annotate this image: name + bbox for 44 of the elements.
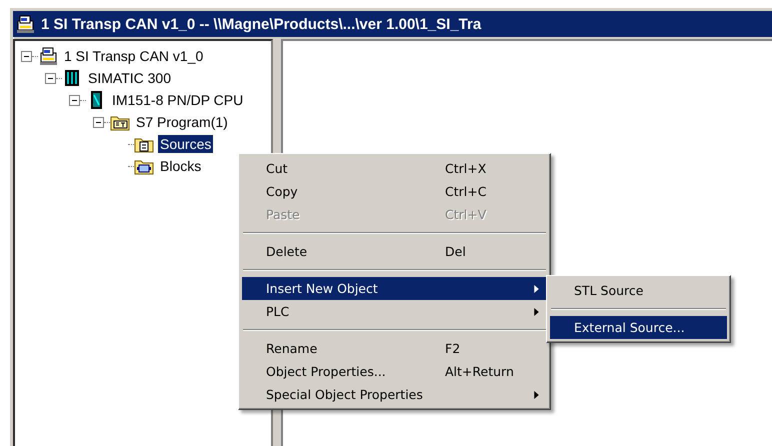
menu-item[interactable]: Cut Ctrl+X bbox=[242, 157, 547, 180]
menu-label: Copy bbox=[266, 184, 299, 199]
tree-item[interactable]: SIMATIC 300 bbox=[86, 69, 173, 87]
menu-label: STL Source bbox=[574, 283, 644, 298]
menu-label: Delete bbox=[266, 244, 308, 259]
collapse-toggle[interactable] bbox=[21, 50, 32, 62]
shortcut-label: Ctrl+X bbox=[445, 161, 488, 176]
shortcut-label: F2 bbox=[445, 341, 462, 356]
shortcut-label: Ctrl+V bbox=[445, 207, 488, 222]
menu-item[interactable]: PLC bbox=[242, 300, 547, 323]
submenu-arrow-icon bbox=[534, 308, 539, 316]
menu-item[interactable]: Rename F2 bbox=[242, 337, 547, 360]
collapse-toggle[interactable] bbox=[45, 72, 56, 84]
menu-item[interactable]: Object Properties... Alt+Return bbox=[242, 360, 547, 383]
menu-item[interactable]: Copy Ctrl+C bbox=[242, 180, 547, 203]
tree-item[interactable]: 1 SI Transp CAN v1_0 bbox=[62, 47, 206, 65]
menu-label: PLC bbox=[266, 304, 290, 319]
menu-item[interactable]: STL Source bbox=[550, 279, 727, 302]
tree-item[interactable]: S7 Program(1) bbox=[134, 113, 230, 131]
window-title: 1 SI Transp CAN v1_0 -- \\Magne\Products\...\ver 1.00\1_SI_Tra bbox=[41, 16, 482, 32]
menu-label: Rename bbox=[266, 341, 318, 356]
menu-label: Paste bbox=[266, 207, 301, 222]
tree-item[interactable]: IM151-8 PN/DP CPU bbox=[110, 91, 246, 109]
menu-label: Object Properties... bbox=[266, 364, 387, 379]
collapse-toggle[interactable] bbox=[93, 116, 104, 128]
menu-label: Special Object Properties bbox=[266, 387, 424, 402]
menu-item[interactable]: Special Object Properties bbox=[242, 383, 547, 406]
menu-item[interactable]: External Source... bbox=[550, 316, 727, 339]
shortcut-label: Alt+Return bbox=[445, 364, 515, 379]
menu-item[interactable]: Insert New Object bbox=[242, 277, 547, 300]
collapse-toggle[interactable] bbox=[69, 94, 80, 106]
shortcut-label: Del bbox=[445, 244, 467, 259]
menu-label: External Source... bbox=[574, 320, 685, 335]
submenu-arrow-icon bbox=[534, 284, 539, 292]
submenu-arrow-icon bbox=[534, 390, 539, 398]
rack-icon bbox=[62, 68, 82, 88]
project-icon bbox=[38, 46, 58, 66]
shortcut-label: Ctrl+C bbox=[445, 184, 488, 199]
menu-label: Cut bbox=[266, 161, 289, 176]
project-icon bbox=[15, 14, 35, 34]
tree-item[interactable]: Blocks bbox=[158, 157, 204, 175]
menu-label: Insert New Object bbox=[266, 281, 379, 296]
tree-item[interactable]: Sources bbox=[158, 135, 214, 153]
menu-item[interactable]: Delete Del bbox=[242, 240, 547, 263]
